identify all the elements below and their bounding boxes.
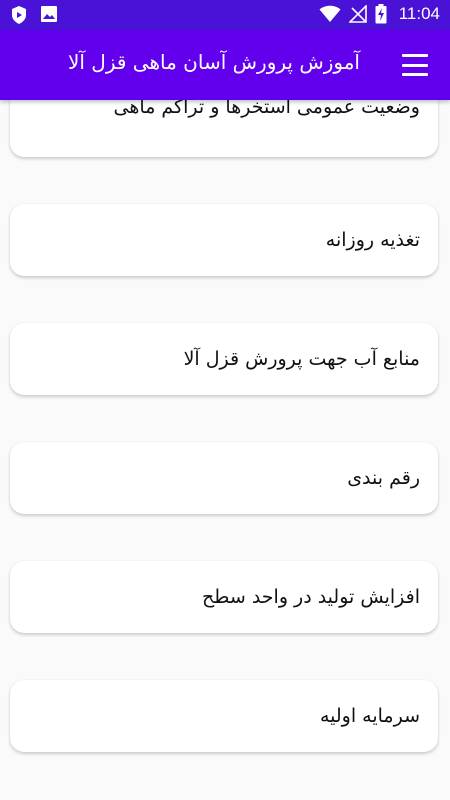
no-signal-icon	[348, 5, 367, 23]
list-item-label: تغذیه روزانه	[325, 229, 420, 251]
list-item-label: منابع آب جهت پرورش قزل آلا	[183, 348, 420, 370]
status-time: 11:04	[398, 4, 440, 23]
status-left-icons	[10, 5, 58, 25]
status-bar: 11:04	[0, 0, 450, 30]
list-item[interactable]: منابع آب جهت پرورش قزل آلا	[10, 323, 438, 395]
list-item-label: رقم بندی	[347, 467, 420, 489]
image-icon	[41, 6, 57, 22]
wifi-icon	[319, 5, 341, 22]
play-protect-icon	[12, 6, 26, 24]
list-item-label: افزایش تولید در واحد سطح	[202, 586, 420, 608]
app-bar: آموزش پرورش آسان ماهی قزل آلا	[0, 30, 450, 100]
topic-list: وضعیت عمومی استخرها و تراکم ماهی تغذیه ر…	[0, 100, 450, 800]
list-item[interactable]: رقم بندی	[10, 442, 438, 514]
status-right-icons: 11:04	[319, 4, 440, 24]
list-item[interactable]: سرمایه اولیه	[10, 680, 438, 752]
hamburger-menu-icon[interactable]	[402, 54, 428, 76]
battery-charging-icon	[375, 4, 387, 24]
list-item[interactable]: وضعیت عمومی استخرها و تراکم ماهی	[10, 100, 438, 157]
list-item[interactable]: تغذیه روزانه	[10, 204, 438, 276]
page-title: آموزش پرورش آسان ماهی قزل آلا	[67, 50, 360, 74]
list-item-label: سرمایه اولیه	[319, 705, 420, 727]
list-item[interactable]: افزایش تولید در واحد سطح	[10, 561, 438, 633]
list-item-label: وضعیت عمومی استخرها و تراکم ماهی	[113, 100, 420, 118]
